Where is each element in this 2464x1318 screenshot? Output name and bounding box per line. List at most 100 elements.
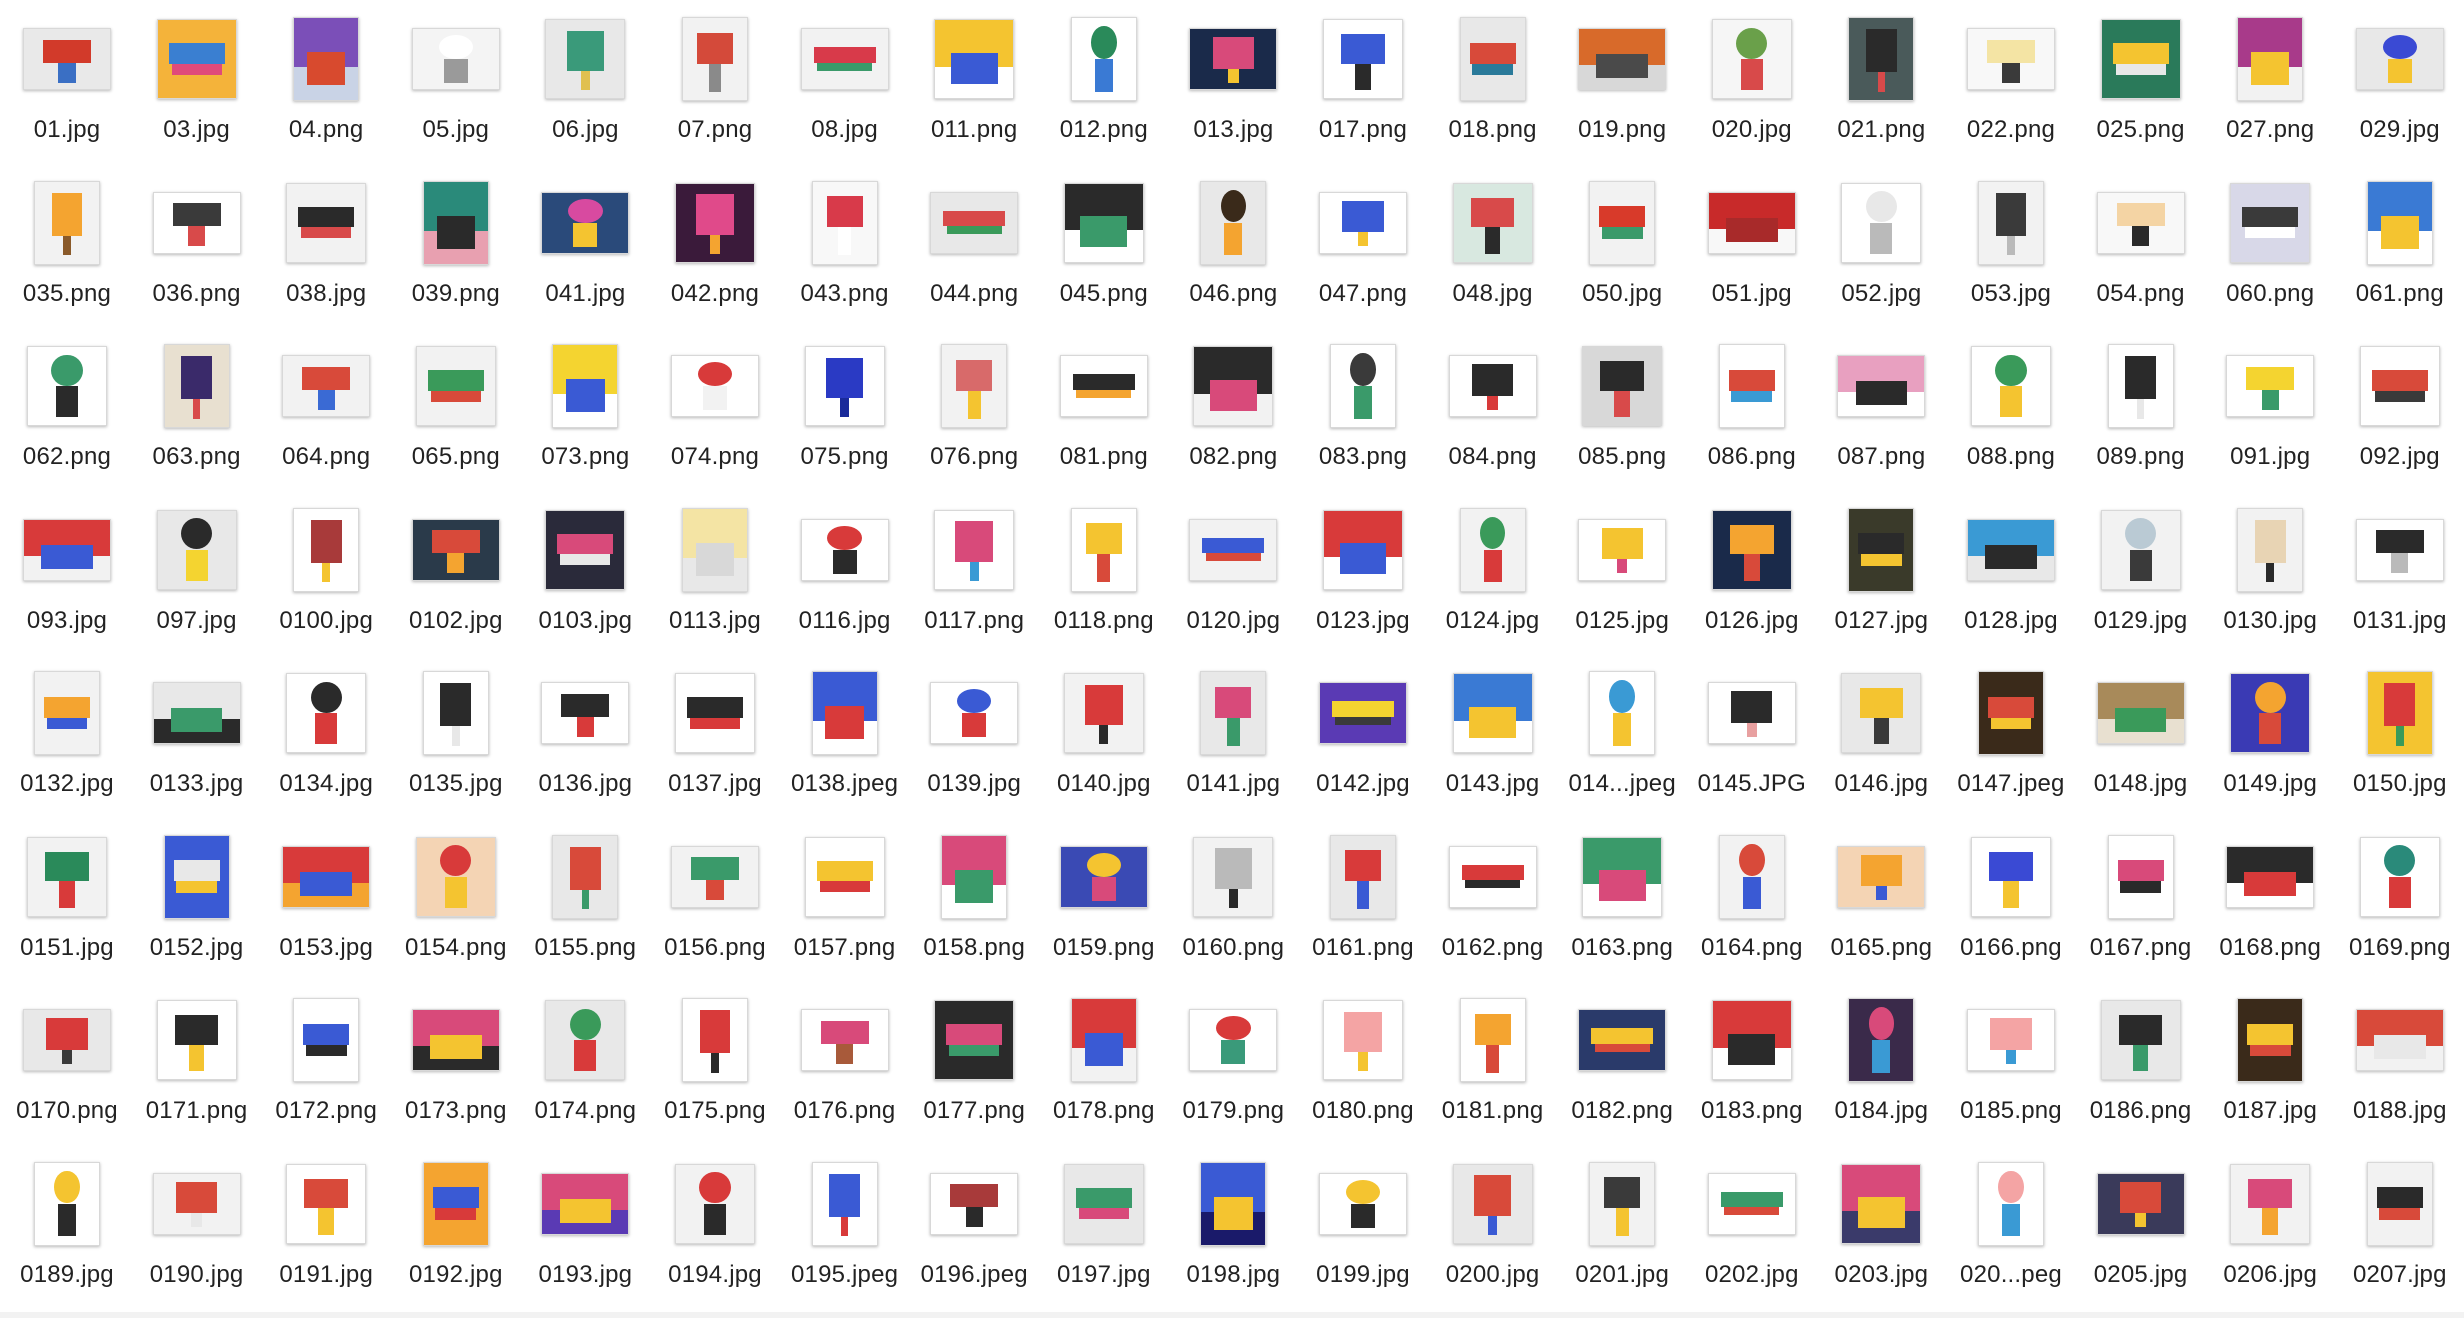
file-item[interactable]: 0103.jpg	[520, 501, 650, 651]
file-item[interactable]: 092.jpg	[2335, 337, 2464, 487]
file-item[interactable]: 0153.jpg	[261, 828, 391, 978]
file-item[interactable]: 0113.jpg	[650, 501, 780, 651]
file-item[interactable]: 0158.png	[909, 828, 1039, 978]
file-item[interactable]: 025.png	[2076, 10, 2206, 160]
file-item[interactable]: 0190.jpg	[132, 1155, 262, 1305]
file-item[interactable]: 0161.png	[1298, 828, 1428, 978]
file-item[interactable]: 0197.jpg	[1039, 1155, 1169, 1305]
file-item[interactable]: 0168.png	[2205, 828, 2335, 978]
file-item[interactable]: 012.png	[1039, 10, 1169, 160]
file-item[interactable]: 047.png	[1298, 174, 1428, 324]
file-item[interactable]: 0188.jpg	[2335, 991, 2464, 1141]
file-item[interactable]: 021.png	[1816, 10, 1946, 160]
file-item[interactable]: 0199.jpg	[1298, 1155, 1428, 1305]
file-item[interactable]: 0130.jpg	[2205, 501, 2335, 651]
file-item[interactable]: 0132.jpg	[2, 664, 132, 814]
file-item[interactable]: 014...jpeg	[1557, 664, 1687, 814]
file-item[interactable]: 091.jpg	[2205, 337, 2335, 487]
file-item[interactable]: 0118.png	[1039, 501, 1169, 651]
file-item[interactable]: 020.jpg	[1687, 10, 1817, 160]
file-item[interactable]: 074.png	[650, 337, 780, 487]
file-item[interactable]: 087.png	[1816, 337, 1946, 487]
file-item[interactable]: 0156.png	[650, 828, 780, 978]
file-item[interactable]: 0116.jpg	[780, 501, 910, 651]
file-item[interactable]: 039.png	[391, 174, 521, 324]
file-item[interactable]: 0169.png	[2335, 828, 2464, 978]
file-item[interactable]: 0160.png	[1168, 828, 1298, 978]
file-item[interactable]: 0128.jpg	[1946, 501, 2076, 651]
file-item[interactable]: 061.png	[2335, 174, 2464, 324]
file-item[interactable]: 0123.jpg	[1298, 501, 1428, 651]
file-item[interactable]: 053.jpg	[1946, 174, 2076, 324]
file-item[interactable]: 0175.png	[650, 991, 780, 1141]
file-item[interactable]: 0152.jpg	[132, 828, 262, 978]
file-item[interactable]: 051.jpg	[1687, 174, 1817, 324]
file-item[interactable]: 0195.jpeg	[780, 1155, 910, 1305]
file-item[interactable]: 076.png	[909, 337, 1039, 487]
file-item[interactable]: 0151.jpg	[2, 828, 132, 978]
file-item[interactable]: 0196.jpeg	[909, 1155, 1039, 1305]
file-item[interactable]: 048.jpg	[1428, 174, 1558, 324]
file-item[interactable]: 022.png	[1946, 10, 2076, 160]
file-item[interactable]: 089.png	[2076, 337, 2206, 487]
file-item[interactable]: 0166.png	[1946, 828, 2076, 978]
file-item[interactable]: 0200.jpg	[1428, 1155, 1558, 1305]
file-item[interactable]: 0133.jpg	[132, 664, 262, 814]
file-item[interactable]: 03.jpg	[132, 10, 262, 160]
file-item[interactable]: 0131.jpg	[2335, 501, 2464, 651]
file-item[interactable]: 0201.jpg	[1557, 1155, 1687, 1305]
file-item[interactable]: 029.jpg	[2335, 10, 2464, 160]
file-item[interactable]: 04.png	[261, 10, 391, 160]
file-item[interactable]: 0193.jpg	[520, 1155, 650, 1305]
file-item[interactable]: 052.jpg	[1816, 174, 1946, 324]
file-item[interactable]: 0126.jpg	[1687, 501, 1817, 651]
file-item[interactable]: 018.png	[1428, 10, 1558, 160]
file-item[interactable]: 0183.png	[1687, 991, 1817, 1141]
file-item[interactable]: 0171.png	[132, 991, 262, 1141]
file-item[interactable]: 01.jpg	[2, 10, 132, 160]
file-item[interactable]: 07.png	[650, 10, 780, 160]
file-item[interactable]: 097.jpg	[132, 501, 262, 651]
file-item[interactable]: 0167.png	[2076, 828, 2206, 978]
file-item[interactable]: 0162.png	[1428, 828, 1558, 978]
file-item[interactable]: 0141.jpg	[1168, 664, 1298, 814]
file-item[interactable]: 0206.jpg	[2205, 1155, 2335, 1305]
file-item[interactable]: 0194.jpg	[650, 1155, 780, 1305]
file-item[interactable]: 0177.png	[909, 991, 1039, 1141]
file-item[interactable]: 0179.png	[1168, 991, 1298, 1141]
file-item[interactable]: 060.png	[2205, 174, 2335, 324]
file-item[interactable]: 0135.jpg	[391, 664, 521, 814]
file-item[interactable]: 0124.jpg	[1428, 501, 1558, 651]
file-item[interactable]: 0117.png	[909, 501, 1039, 651]
file-item[interactable]: 0148.jpg	[2076, 664, 2206, 814]
file-item[interactable]: 0182.png	[1557, 991, 1687, 1141]
file-item[interactable]: 0159.png	[1039, 828, 1169, 978]
file-item[interactable]: 0187.jpg	[2205, 991, 2335, 1141]
file-item[interactable]: 08.jpg	[780, 10, 910, 160]
file-item[interactable]: 0184.jpg	[1816, 991, 1946, 1141]
file-item[interactable]: 041.jpg	[520, 174, 650, 324]
file-item[interactable]: 0145.JPG	[1687, 664, 1817, 814]
file-item[interactable]: 0157.png	[780, 828, 910, 978]
file-item[interactable]: 017.png	[1298, 10, 1428, 160]
file-item[interactable]: 0139.jpg	[909, 664, 1039, 814]
file-item[interactable]: 045.png	[1039, 174, 1169, 324]
file-item[interactable]: 0207.jpg	[2335, 1155, 2464, 1305]
file-item[interactable]: 0174.png	[520, 991, 650, 1141]
file-item[interactable]: 0125.jpg	[1557, 501, 1687, 651]
file-item[interactable]: 06.jpg	[520, 10, 650, 160]
file-item[interactable]: 0172.png	[261, 991, 391, 1141]
file-item[interactable]: 0100.jpg	[261, 501, 391, 651]
file-item[interactable]: 0154.png	[391, 828, 521, 978]
file-item[interactable]: 0181.png	[1428, 991, 1558, 1141]
file-item[interactable]: 0178.png	[1039, 991, 1169, 1141]
file-item[interactable]: 0203.jpg	[1816, 1155, 1946, 1305]
file-item[interactable]: 0173.png	[391, 991, 521, 1141]
file-item[interactable]: 0198.jpg	[1168, 1155, 1298, 1305]
file-item[interactable]: 0155.png	[520, 828, 650, 978]
file-item[interactable]: 075.png	[780, 337, 910, 487]
file-item[interactable]: 073.png	[520, 337, 650, 487]
file-item[interactable]: 0205.jpg	[2076, 1155, 2206, 1305]
file-item[interactable]: 035.png	[2, 174, 132, 324]
file-item[interactable]: 065.png	[391, 337, 521, 487]
